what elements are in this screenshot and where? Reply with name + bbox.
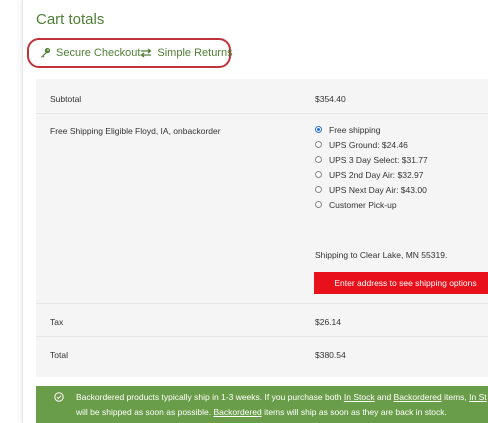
notice-line-1: Backordered products typically ship in 1… [76,392,487,402]
checkout-features-highlight: Secure Checkout Simple Returns [27,38,233,68]
in-stock-link-2[interactable]: In St [469,392,486,402]
simple-returns-label: Simple Returns [157,47,233,59]
radio-selected-icon[interactable] [315,126,322,133]
enter-address-button[interactable]: Enter address to see shipping options [314,272,488,294]
total-label: Total [50,350,68,360]
secure-checkout-label: Secure Checkout [56,47,141,59]
shipping-label: Free Shipping Eligible Floyd, IA, onback… [50,126,221,136]
subtotal-value: $354.40 [315,94,346,104]
backordered-link-2[interactable]: Backordered [214,407,262,417]
shipping-destination: Shipping to Clear Lake, MN 55319. [315,250,448,260]
radio-icon[interactable] [315,141,322,148]
backorder-notice: Backordered products typically ship in 1… [36,386,488,423]
backordered-link[interactable]: Backordered [394,392,442,402]
shipping-option-ups-2nd-day[interactable]: UPS 2nd Day Air: $32.97 [315,167,428,182]
shipping-option-ups-3-day[interactable]: UPS 3 Day Select: $31.77 [315,152,428,167]
radio-icon[interactable] [315,186,322,193]
shipping-option-ups-ground[interactable]: UPS Ground: $24.46 [315,137,428,152]
shipping-options: Free shipping UPS Ground: $24.46 UPS 3 D… [315,122,428,212]
swap-arrows-icon [140,48,152,58]
cart-totals-panel: Cart totals Secure Checkout Simple Retur… [22,0,488,423]
tax-label: Tax [50,317,64,327]
notice-line-2: will be shipped as soon as possible. Bac… [76,407,447,417]
shipping-option-pickup[interactable]: Customer Pick-up [315,197,428,212]
cart-totals-title: Cart totals [36,11,105,28]
radio-icon[interactable] [315,201,322,208]
shipping-option-ups-next-day[interactable]: UPS Next Day Air: $43.00 [315,182,428,197]
shipping-option-free[interactable]: Free shipping [315,122,428,137]
total-value: $380.54 [315,350,346,360]
key-icon [39,47,51,59]
check-circle-icon [54,392,64,402]
subtotal-label: Subtotal [50,94,82,104]
in-stock-link[interactable]: In Stock [344,392,375,402]
radio-icon[interactable] [315,171,322,178]
radio-icon[interactable] [315,156,322,163]
tax-value: $26.14 [315,317,341,327]
totals-table: Subtotal $354.40 Free Shipping Eligible … [36,79,488,377]
